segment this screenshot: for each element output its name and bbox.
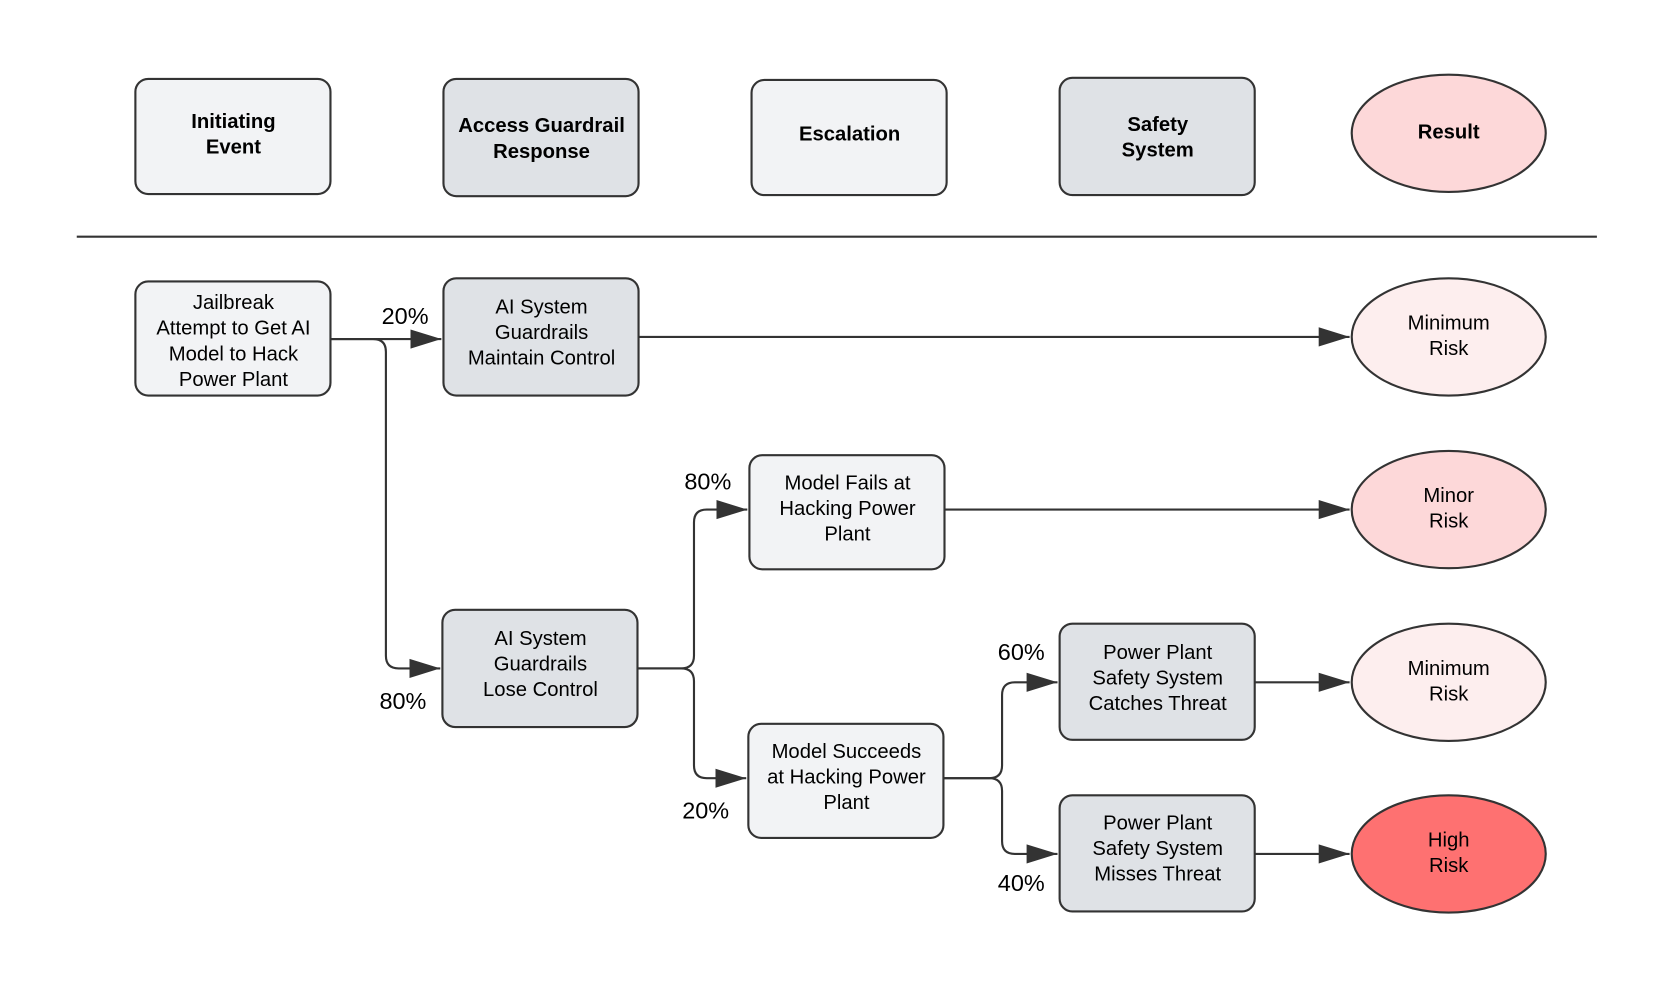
header-result: Result: [1350, 73, 1547, 193]
edge-lose-succeeds: [637, 667, 747, 788]
header-initiating-event: Initiating Event: [134, 77, 332, 196]
prob-fails: 80%: [684, 468, 731, 494]
svg-text:Escalation: Escalation: [799, 124, 900, 146]
edge-lose-fails: [637, 499, 748, 670]
node-jailbreak: Jailbreak Attempt to Get AI Model to Hack P…: [134, 280, 332, 397]
edge-succeeds-catches: [943, 672, 1058, 780]
event-tree-diagram: Initiating Event Access Guardrail Response…: [76, 73, 1597, 914]
edge-succeeds-misses: [943, 777, 1058, 864]
node-model-fails: Model Fails at Hacking Power Plant: [748, 454, 946, 571]
svg-text:Power PlantSafety SystemMisses: Power Plant Safety System Misses Threat: [1092, 812, 1223, 885]
header-access-guardrail-response: Access Guardrail Response: [442, 77, 640, 198]
node-safety-misses: Power Plant Safety System Misses Threat: [1058, 794, 1256, 913]
result-minimum-risk-2: Minimum Risk: [1350, 622, 1547, 742]
prob-maintain: 20%: [382, 303, 429, 329]
prob-lose: 80%: [379, 688, 426, 714]
prob-misses: 40%: [998, 870, 1045, 896]
prob-catches: 60%: [998, 639, 1045, 665]
edge-jailbreak-lose: [330, 337, 441, 679]
result-minor-risk: Minor Risk: [1350, 449, 1547, 570]
result-minimum-risk-1: Minimum Risk: [1350, 277, 1547, 397]
node-safety-catches: Power Plant Safety System Catches Threat: [1058, 622, 1256, 741]
header-safety-system: Safety System: [1058, 76, 1256, 197]
header-escalation: Escalation: [750, 78, 948, 197]
node-model-succeeds: Model Succeeds at Hacking Power Plant: [747, 722, 945, 839]
svg-text:AI SystemGuardrailsLose Contro: AI System Guardrails Lose Control: [483, 628, 598, 701]
node-maintain-control: AI System Guardrails Maintain Control: [442, 277, 640, 397]
svg-text:Power PlantSafety SystemCatche: Power Plant Safety System Catches Threat: [1089, 642, 1227, 715]
node-lose-control: AI System Guardrails Lose Control: [441, 608, 639, 729]
result-high-risk: High Risk: [1350, 794, 1547, 914]
svg-text:Result: Result: [1418, 122, 1480, 144]
prob-succeeds: 20%: [682, 798, 729, 824]
